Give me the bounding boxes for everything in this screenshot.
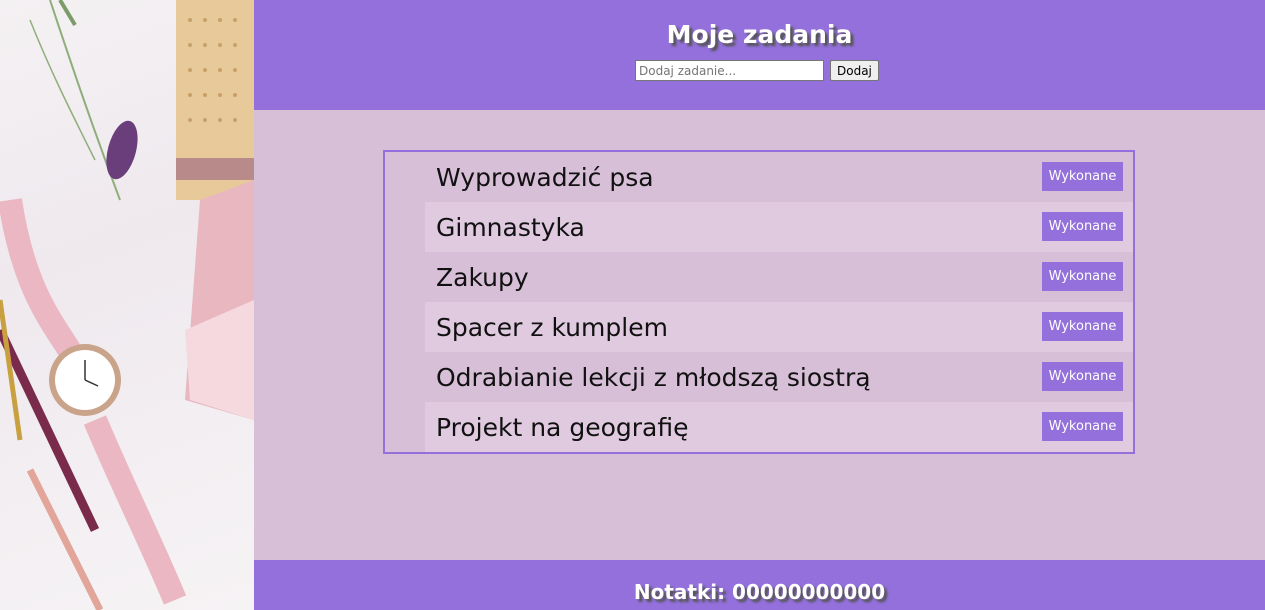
done-button[interactable]: Wykonane <box>1042 262 1123 291</box>
add-button[interactable]: Dodaj <box>830 60 879 81</box>
done-button[interactable]: Wykonane <box>1042 162 1123 191</box>
done-button[interactable]: Wykonane <box>1042 362 1123 391</box>
header: Moje zadania Dodaj <box>254 0 1265 110</box>
task-text: Zakupy <box>436 262 529 292</box>
task-item: Zakupy Wykonane <box>425 252 1133 302</box>
task-item: Gimnastyka Wykonane <box>425 202 1133 252</box>
task-text: Gimnastyka <box>436 212 585 242</box>
task-text: Projekt na geografię <box>436 412 689 442</box>
add-task-form: Dodaj <box>635 60 879 81</box>
task-input[interactable] <box>635 60 824 81</box>
page-title: Moje zadania <box>666 20 853 49</box>
decorative-photo <box>0 0 254 610</box>
task-text: Odrabianie lekcji z młodszą siostrą <box>436 362 871 392</box>
done-button[interactable]: Wykonane <box>1042 412 1123 441</box>
task-item: Projekt na geografię Wykonane <box>425 402 1133 452</box>
task-item: Odrabianie lekcji z młodszą siostrą Wyko… <box>425 352 1133 402</box>
task-item: Spacer z kumplem Wykonane <box>425 302 1133 352</box>
task-text: Wyprowadzić psa <box>436 162 654 192</box>
footer: Notatki: 00000000000 <box>254 560 1265 610</box>
done-button[interactable]: Wykonane <box>1042 312 1123 341</box>
task-item: Wyprowadzić psa Wykonane <box>425 152 1133 202</box>
task-text: Spacer z kumplem <box>436 312 668 342</box>
task-list: Wyprowadzić psa Wykonane Gimnastyka Wyko… <box>383 150 1135 454</box>
main-content: Moje zadania Dodaj Wyprowadzić psa Wykon… <box>254 0 1265 610</box>
done-button[interactable]: Wykonane <box>1042 212 1123 241</box>
notes-counter: Notatki: 00000000000 <box>633 580 886 604</box>
